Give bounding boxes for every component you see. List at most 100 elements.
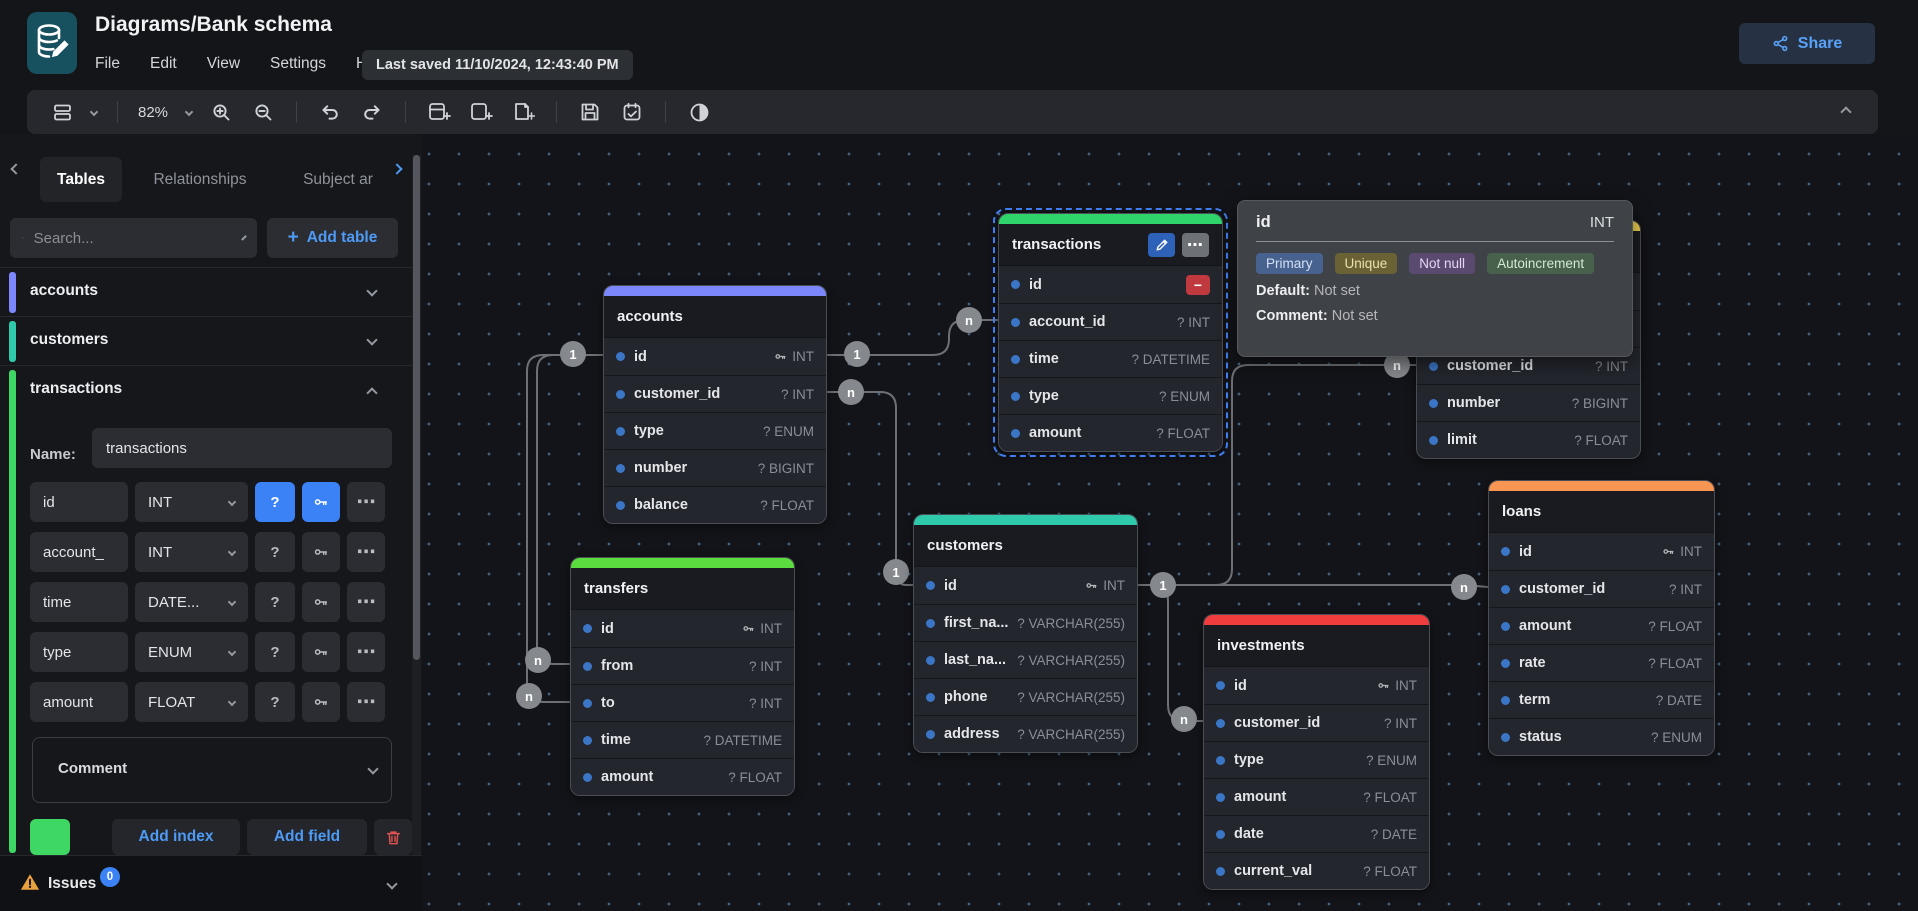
nullable-toggle[interactable]: ? [255,532,295,572]
add-table-button[interactable]: + Add table [267,218,398,258]
add-area-icon[interactable] [468,99,494,125]
add-index-button[interactable]: Add index [112,819,240,855]
comment-section[interactable]: Comment [32,737,392,803]
field-type-select[interactable]: INT [135,482,248,522]
table-field-row[interactable]: id− [999,266,1222,303]
table-field-row[interactable]: idINT [1204,667,1429,704]
delete-field-button[interactable]: − [1186,275,1210,295]
nullable-toggle[interactable]: ? [255,582,295,622]
add-field-button[interactable]: Add field [247,819,367,855]
primary-key-toggle[interactable] [302,632,340,672]
edit-table-button[interactable] [1148,233,1175,257]
table-field-row[interactable]: idINT [604,338,826,375]
field-more-button[interactable]: ⋯ [347,682,385,722]
tabs-scroll-right-icon[interactable] [391,163,402,174]
field-type-select[interactable]: DATE... [135,582,248,622]
table-field-row[interactable]: date? DATE [1204,815,1429,852]
zoom-level[interactable]: 82% [138,104,168,121]
issues-bar[interactable]: Issues 0 [0,855,422,911]
chevron-down-icon[interactable] [366,334,377,345]
sidebar-table-transactions[interactable]: transactions [0,365,412,414]
table-field-row[interactable]: idINT [571,610,794,647]
add-note-icon[interactable] [510,99,536,125]
table-name-input[interactable] [92,428,392,468]
nullable-toggle[interactable]: ? [255,632,295,672]
field-more-button[interactable]: ⋯ [347,582,385,622]
table-field-row[interactable]: to? INT [571,684,794,721]
delete-table-button[interactable] [374,819,412,855]
tabs-scroll-left-icon[interactable] [10,163,21,174]
table-field-row[interactable]: type? ENUM [604,412,826,449]
field-type-select[interactable]: INT [135,532,248,572]
field-name-input[interactable]: amount [30,682,128,722]
menu-edit[interactable]: Edit [150,55,177,73]
chevron-down-icon[interactable] [366,285,377,296]
table-more-button[interactable]: ⋯ [1182,233,1209,257]
table-field-row[interactable]: customer_id? INT [604,375,826,412]
table-field-row[interactable]: time? DATETIME [999,340,1222,377]
canvas-table-accounts[interactable]: accounts idINTcustomer_id? INTtype? ENUM… [603,285,827,524]
scrollbar-thumb[interactable] [413,155,420,660]
table-field-row[interactable]: term? DATE [1489,681,1714,718]
app-logo[interactable] [27,12,77,74]
table-field-row[interactable]: rate? FLOAT [1489,644,1714,681]
table-field-row[interactable]: status? ENUM [1489,718,1714,755]
table-field-row[interactable]: time? DATETIME [571,721,794,758]
primary-key-toggle[interactable] [302,532,340,572]
zoom-caret-icon[interactable] [185,108,193,116]
table-field-row[interactable]: phone? VARCHAR(255) [914,678,1137,715]
table-field-row[interactable]: amount? FLOAT [571,758,794,795]
table-field-row[interactable]: limit? FLOAT [1417,421,1640,458]
tab-subject-areas[interactable]: Subject ar [288,157,388,202]
search-dropdown-icon[interactable] [241,235,247,241]
field-type-select[interactable]: ENUM [135,632,248,672]
sidebar-scrollbar[interactable] [412,155,421,855]
nullable-toggle[interactable]: ? [255,482,295,522]
tab-relationships[interactable]: Relationships [140,157,260,202]
table-color-swatch[interactable] [30,819,70,855]
table-field-row[interactable]: customer_id? INT [1489,570,1714,607]
canvas-table-loans[interactable]: loans idINTcustomer_id? INTamount? FLOAT… [1488,480,1715,756]
primary-key-toggle[interactable] [302,682,340,722]
add-table-icon[interactable] [426,99,452,125]
search-box[interactable] [10,218,257,258]
table-field-row[interactable]: number? BIGINT [1417,384,1640,421]
field-more-button[interactable]: ⋯ [347,632,385,672]
table-field-row[interactable]: amount? FLOAT [999,414,1222,451]
field-type-select[interactable]: FLOAT [135,682,248,722]
canvas-table-transfers[interactable]: transfers idINTfrom? INTto? INTtime? DAT… [570,557,795,796]
table-field-row[interactable]: address? VARCHAR(255) [914,715,1137,752]
table-field-row[interactable]: first_na...? VARCHAR(255) [914,604,1137,641]
sidebar-table-customers[interactable]: customers [0,316,412,365]
table-field-row[interactable]: customer_id? INT [1204,704,1429,741]
sidebar-table-accounts[interactable]: accounts [0,267,412,316]
collapse-toolbar-icon[interactable] [1840,106,1851,117]
menu-file[interactable]: File [95,55,120,73]
field-name-input[interactable]: account_ [30,532,128,572]
table-field-row[interactable]: last_na...? VARCHAR(255) [914,641,1137,678]
table-field-row[interactable]: idINT [1489,533,1714,570]
table-field-row[interactable]: number? BIGINT [604,449,826,486]
canvas-table-customers[interactable]: customers idINTfirst_na...? VARCHAR(255)… [913,514,1138,753]
field-more-button[interactable]: ⋯ [347,482,385,522]
share-button[interactable]: Share [1739,23,1875,64]
table-field-row[interactable]: amount? FLOAT [1204,778,1429,815]
save-icon[interactable] [577,99,603,125]
primary-key-toggle[interactable] [302,582,340,622]
field-name-input[interactable]: id [30,482,128,522]
nullable-toggle[interactable]: ? [255,682,295,722]
menu-settings[interactable]: Settings [270,55,326,73]
diagram-list-icon[interactable] [49,99,75,125]
todo-icon[interactable] [619,99,645,125]
table-field-row[interactable]: type? ENUM [1204,741,1429,778]
field-name-input[interactable]: type [30,632,128,672]
field-more-button[interactable]: ⋯ [347,532,385,572]
zoom-out-icon[interactable] [250,99,276,125]
chevron-up-icon[interactable] [366,387,377,398]
chevron-down-icon[interactable] [386,878,397,889]
table-field-row[interactable]: amount? FLOAT [1489,607,1714,644]
redo-icon[interactable] [359,99,385,125]
table-field-row[interactable]: balance? FLOAT [604,486,826,523]
canvas-table-investments[interactable]: investments idINTcustomer_id? INTtype? E… [1203,614,1430,890]
table-field-row[interactable]: idINT [914,567,1137,604]
